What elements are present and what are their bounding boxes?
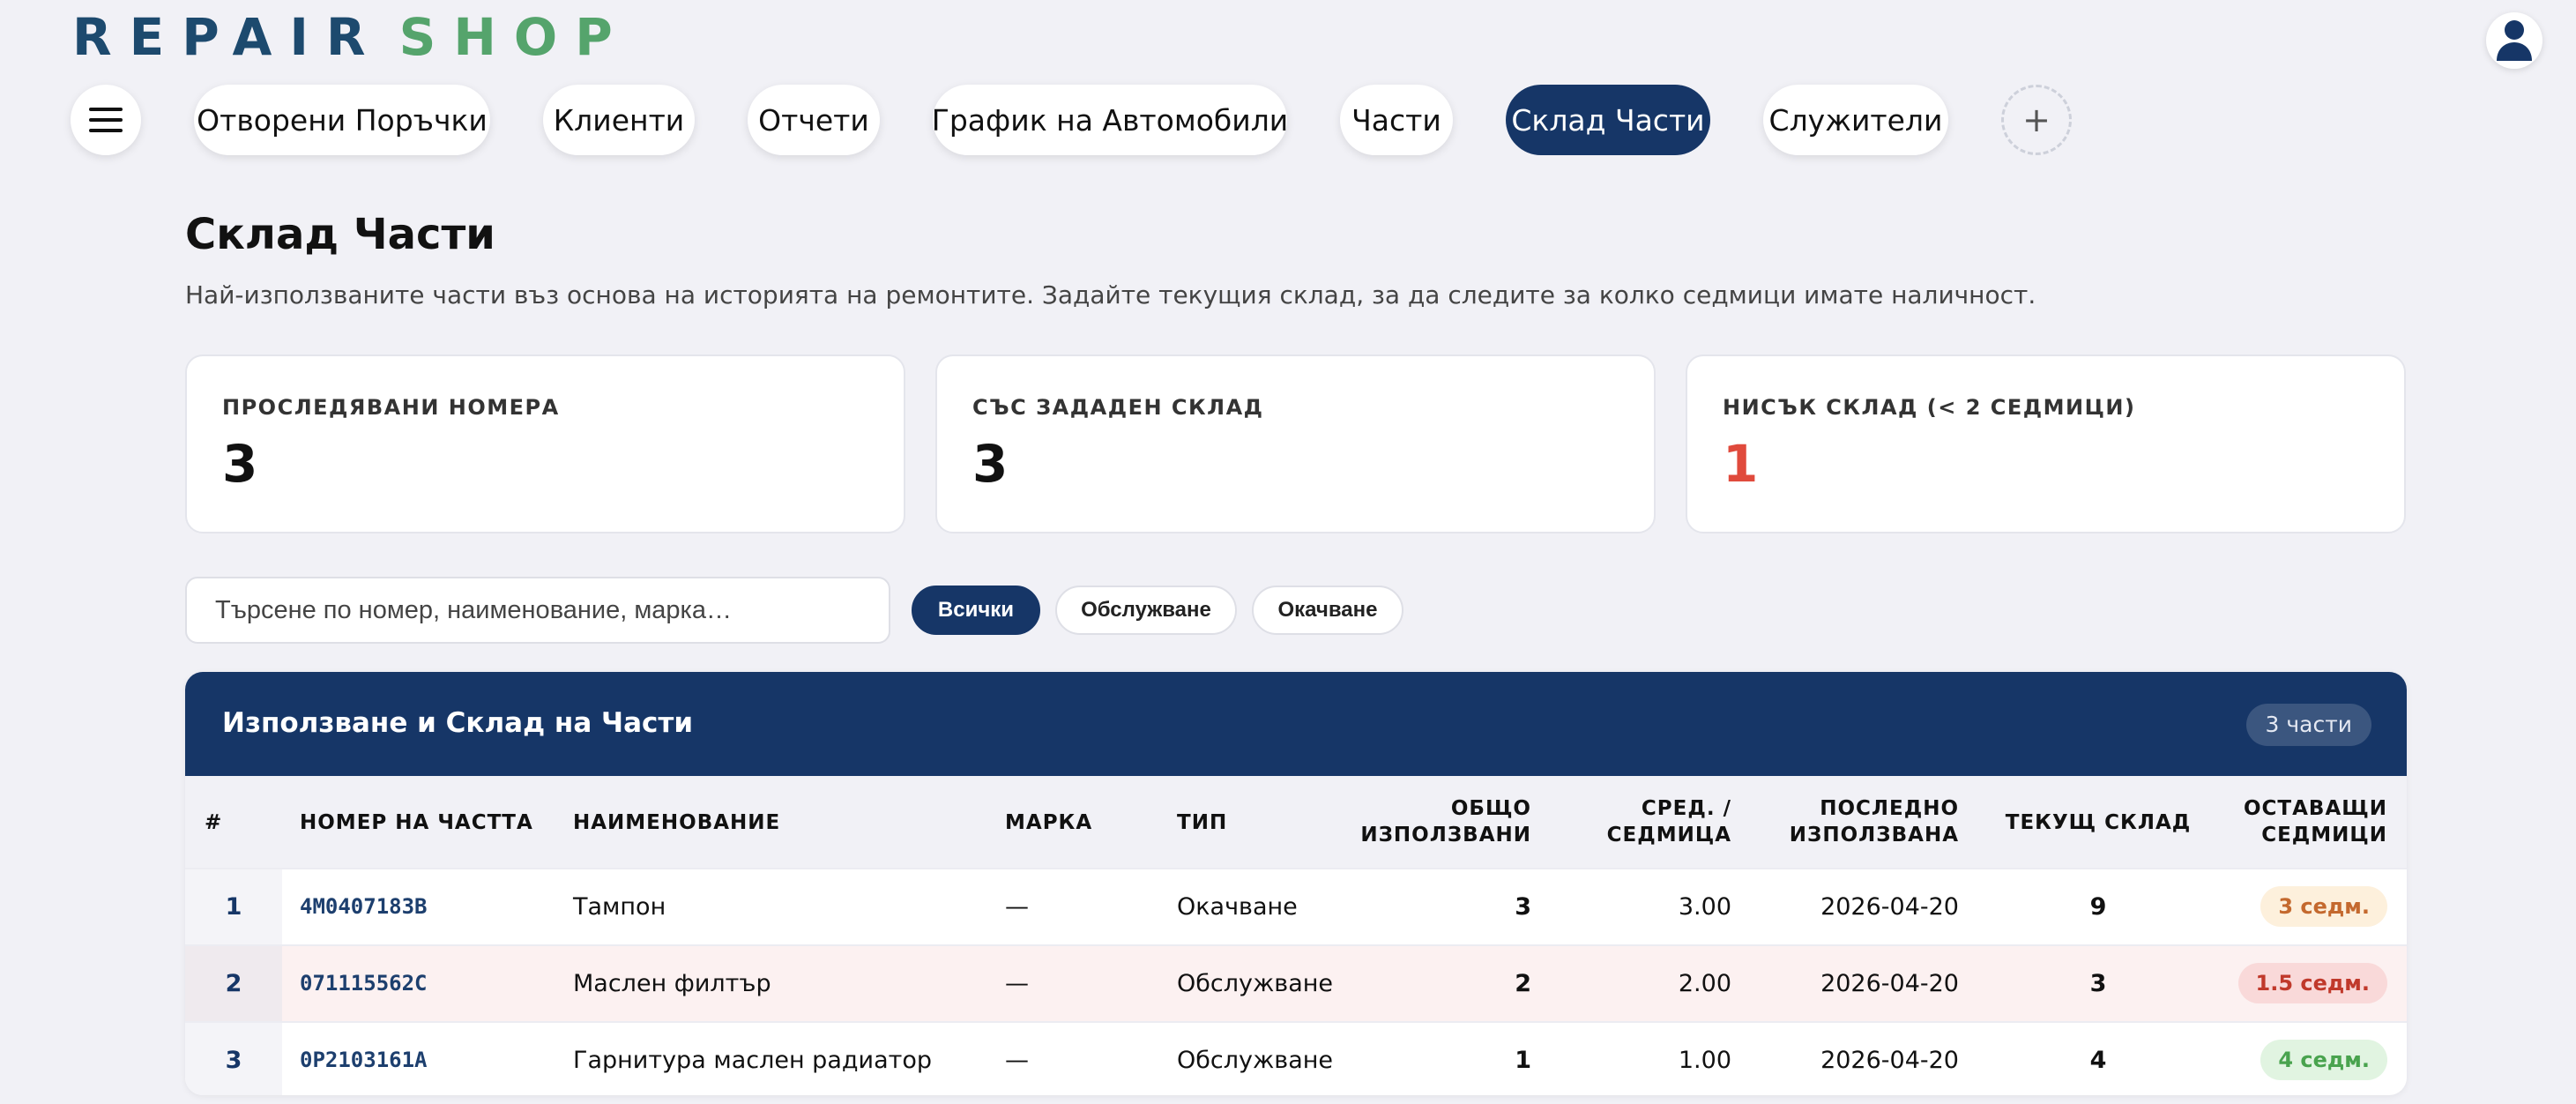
total-used: 1 (1515, 1047, 1531, 1074)
part-brand: — (1005, 893, 1029, 921)
nav-tab-employees[interactable]: Служители (1763, 85, 1948, 155)
col-header-type: ТИП (1177, 811, 1228, 834)
filter-suspension[interactable]: Окачване (1252, 586, 1403, 635)
part-type: Окачване (1177, 893, 1298, 921)
page-subtitle: Най-използваните части въз основа на ист… (185, 280, 2036, 310)
avg-per-week: 1.00 (1678, 1047, 1731, 1074)
table-row[interactable]: 2 071115562C Маслен филтър — Обслужване … (185, 944, 2407, 1021)
table-row[interactable]: 1 4M0407183B Тампон — Окачване 3 3.00 20… (185, 868, 2407, 944)
parts-stock-table: Използване и Склад на Части 3 части # НО… (185, 672, 2407, 1095)
stat-card-with-stock: СЪС ЗАДАДЕН СКЛАД 3 (935, 354, 1656, 533)
part-type: Обслужване (1177, 1047, 1334, 1074)
last-used-date: 2026-04-20 (1820, 1047, 1959, 1074)
weeks-left-badge: 4 седм. (2260, 1040, 2387, 1080)
col-header-avg-week: СРЕД. / СЕДМИЦА (1606, 797, 1731, 847)
user-account-button[interactable] (2486, 12, 2542, 69)
avg-per-week: 2.00 (1678, 970, 1731, 997)
parts-count-badge: 3 части (2245, 704, 2371, 746)
stat-value: 1 (1723, 434, 1759, 494)
filter-service[interactable]: Обслужване (1055, 586, 1237, 635)
filter-all[interactable]: Всички (912, 586, 1040, 635)
weeks-left-badge: 3 седм. (2260, 886, 2387, 927)
stat-label: НИСЪК СКЛАД (< 2 СЕДМИЦИ) (1723, 395, 2136, 420)
col-header-name: НАИМЕНОВАНИЕ (573, 811, 781, 834)
last-used-date: 2026-04-20 (1820, 893, 1959, 921)
part-number: 0P2103161A (300, 1048, 428, 1072)
hamburger-icon (89, 108, 123, 132)
search-input[interactable] (185, 577, 890, 644)
nav-tab-parts-stock[interactable]: Склад Части (1506, 85, 1710, 155)
menu-button[interactable] (71, 85, 141, 155)
nav-tab-reports[interactable]: Отчети (748, 85, 880, 155)
total-used: 2 (1515, 970, 1531, 997)
row-index: 3 (185, 1023, 282, 1095)
user-icon (2497, 20, 2532, 61)
table-title: Използване и Склад на Части (222, 707, 694, 739)
total-used: 3 (1515, 893, 1531, 921)
col-header-part-number: НОМЕР НА ЧАСТТА (300, 811, 533, 834)
avg-per-week: 3.00 (1678, 893, 1731, 921)
stat-card-tracked: ПРОСЛЕДЯВАНИ НОМЕРА 3 (185, 354, 905, 533)
stat-card-low-stock: НИСЪК СКЛАД (< 2 СЕДМИЦИ) 1 (1686, 354, 2406, 533)
col-header-total-used: ОБЩО ИЗПОЛЗВАНИ (1360, 797, 1531, 847)
part-name: Маслен филтър (573, 970, 771, 997)
current-stock: 3 (2089, 970, 2107, 997)
nav-tab-clients[interactable]: Клиенти (543, 85, 695, 155)
current-stock: 9 (2089, 893, 2107, 921)
stat-label: СЪС ЗАДАДЕН СКЛАД (972, 395, 1264, 420)
col-header-weeks-left: ОСТАВАЩИ СЕДМИЦИ (2244, 797, 2387, 847)
stat-value: 3 (972, 434, 1009, 494)
part-brand: — (1005, 1047, 1029, 1074)
current-stock: 4 (2089, 1047, 2107, 1074)
part-brand: — (1005, 970, 1029, 997)
part-name: Гарнитура маслен радиатор (573, 1047, 933, 1074)
plus-icon: + (2022, 101, 2051, 139)
nav-tab-parts[interactable]: Части (1340, 85, 1453, 155)
part-number: 071115562C (300, 971, 428, 996)
weeks-left-badge: 1.5 седм. (2237, 963, 2387, 1003)
nav-tab-vehicle-schedule[interactable]: График на Автомобили (932, 85, 1288, 155)
part-name: Тампон (573, 893, 666, 921)
nav-tab-open-orders[interactable]: Отворени Поръчки (194, 85, 490, 155)
page-title: Склад Части (185, 210, 495, 259)
row-index: 2 (185, 946, 282, 1021)
col-header-brand: МАРКА (1005, 811, 1093, 834)
part-number: 4M0407183B (300, 894, 428, 919)
app-logo: REPAIR SHOP (72, 5, 630, 69)
col-header-index: # (205, 811, 223, 834)
logo-word-repair: REPAIR (72, 7, 383, 67)
table-header-bar: Използване и Склад на Части 3 части (185, 672, 2407, 776)
part-type: Обслужване (1177, 970, 1334, 997)
table-column-headers: # НОМЕР НА ЧАСТТА НАИМЕНОВАНИЕ МАРКА ТИП… (185, 776, 2407, 868)
row-index: 1 (185, 869, 282, 944)
stat-label: ПРОСЛЕДЯВАНИ НОМЕРА (222, 395, 560, 420)
table-row[interactable]: 3 0P2103161A Гарнитура маслен радиатор —… (185, 1021, 2407, 1095)
add-tab-button[interactable]: + (2001, 85, 2072, 155)
logo-word-shop: SHOP (398, 7, 630, 67)
col-header-current-stock: ТЕКУЩ СКЛАД (2005, 811, 2192, 834)
last-used-date: 2026-04-20 (1820, 970, 1959, 997)
col-header-last-used: ПОСЛЕДНО ИЗПОЛЗВАНА (1789, 797, 1959, 847)
stat-value: 3 (222, 434, 258, 494)
